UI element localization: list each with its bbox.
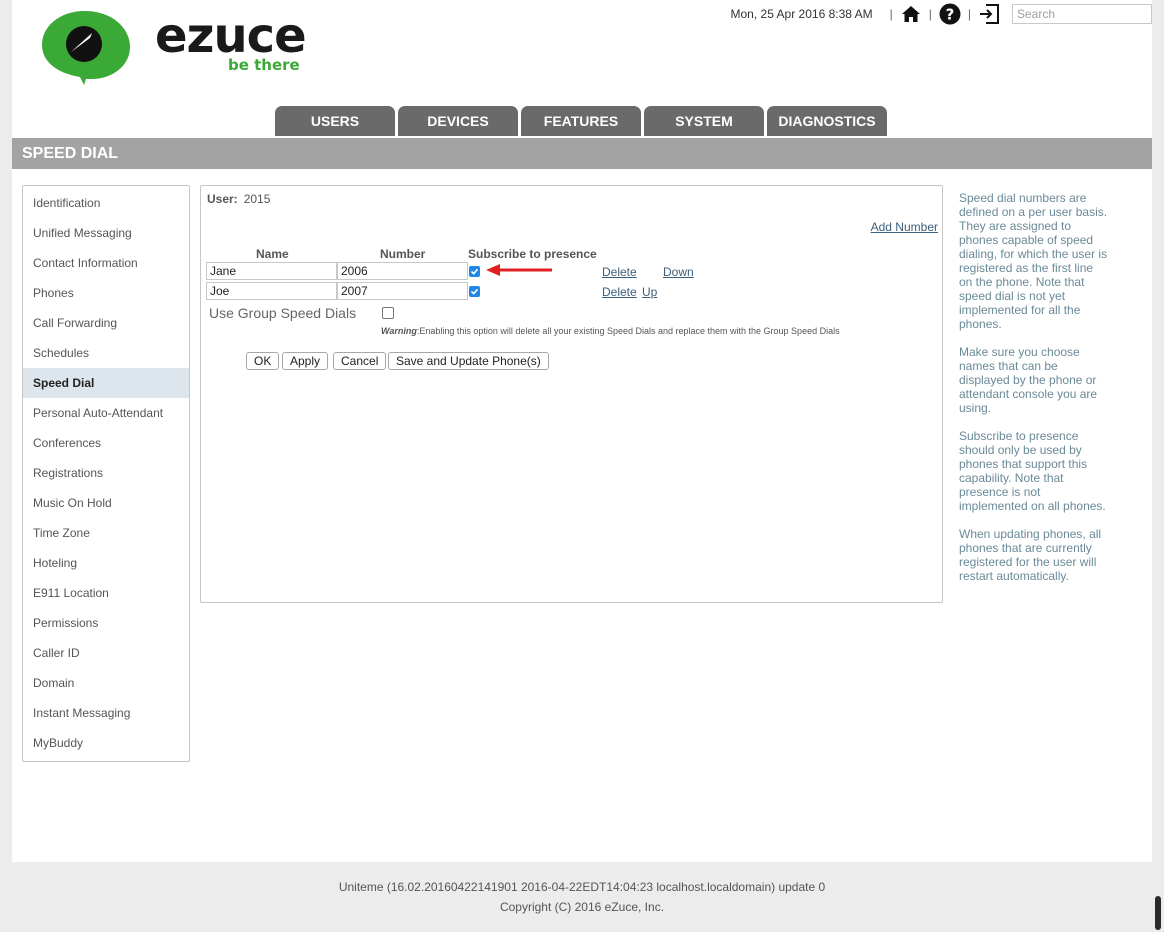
help-text: Speed dial numbers are defined on a per …: [959, 191, 1109, 597]
logo-tagline: be there: [228, 56, 300, 74]
sidebar-item-phones[interactable]: Phones: [23, 278, 189, 308]
delete-row-link[interactable]: Delete: [602, 265, 637, 279]
user-label: User:: [207, 192, 238, 206]
scrollbar-thumb[interactable]: [1155, 896, 1161, 930]
sidebar-item-speed-dial[interactable]: Speed Dial: [23, 368, 189, 398]
sidebar-item-registrations[interactable]: Registrations: [23, 458, 189, 488]
sidebar-item-call-forwarding[interactable]: Call Forwarding: [23, 308, 189, 338]
separator: |: [967, 7, 971, 21]
search-input[interactable]: [1012, 4, 1152, 24]
column-header-subscribe: Subscribe to presence: [468, 247, 597, 261]
sidebar-item-instant-messaging[interactable]: Instant Messaging: [23, 698, 189, 728]
tab-features[interactable]: FEATURES: [521, 106, 641, 136]
delete-row-link[interactable]: Delete: [602, 285, 637, 299]
help-paragraph: Speed dial numbers are defined on a per …: [959, 191, 1108, 331]
page-frame: ezuce be there Mon, 25 Apr 2016 8:38 AM …: [12, 0, 1152, 862]
move-down-link[interactable]: Down: [663, 265, 694, 279]
sidebar-item-hoteling[interactable]: Hoteling: [23, 548, 189, 578]
ezuce-logo[interactable]: ezuce be there: [40, 7, 307, 87]
tab-system[interactable]: SYSTEM: [644, 106, 764, 136]
sidebar-item-music-on-hold[interactable]: Music On Hold: [23, 488, 189, 518]
sidebar-item-time-zone[interactable]: Time Zone: [23, 518, 189, 548]
move-up-link[interactable]: Up: [642, 285, 657, 299]
speed-dial-panel: User: 2015 Add Number Name Number Subscri…: [200, 185, 943, 603]
warning-text: :Enabling this option will delete all yo…: [416, 326, 840, 336]
sidebar-item-schedules[interactable]: Schedules: [23, 338, 189, 368]
footer-version: Uniteme (16.02.20160422141901 2016-04-22…: [338, 880, 826, 894]
column-header-name: Name: [256, 247, 289, 261]
user-line: User: 2015: [207, 192, 270, 206]
group-speed-dials-warning: Warning:Enabling this option will delete…: [381, 326, 840, 336]
ok-button[interactable]: OK: [246, 352, 280, 370]
user-value: 2015: [243, 192, 271, 206]
help-icon[interactable]: ?: [939, 3, 961, 25]
tab-devices[interactable]: DEVICES: [398, 106, 518, 136]
help-paragraph: Make sure you choose names that can be d…: [959, 345, 1098, 415]
sidebar-item-caller-id[interactable]: Caller ID: [23, 638, 189, 668]
logo-wordmark: ezuce: [155, 8, 307, 64]
check-icon: [470, 288, 479, 295]
home-icon[interactable]: [900, 3, 922, 25]
logo-bubble-icon: [42, 11, 130, 85]
tab-users[interactable]: USERS: [275, 106, 395, 136]
cancel-button[interactable]: Cancel: [333, 352, 387, 370]
sidebar-item-domain[interactable]: Domain: [23, 668, 189, 698]
sidebar-item-unified-messaging[interactable]: Unified Messaging: [23, 218, 189, 248]
datetime: Mon, 25 Apr 2016 8:38 AM: [730, 7, 873, 21]
top-bar: Mon, 25 Apr 2016 8:38 AM | | ? |: [731, 3, 1152, 25]
sidebar-item-permissions[interactable]: Permissions: [23, 608, 189, 638]
subscribe-presence-checkbox[interactable]: [469, 266, 480, 277]
group-speed-dials-label: Use Group Speed Dials: [209, 305, 357, 321]
help-paragraph: When updating phones, all phones that ar…: [959, 527, 1102, 583]
sidebar-item-conferences[interactable]: Conferences: [23, 428, 189, 458]
add-number-link[interactable]: Add Number: [871, 220, 938, 234]
main-nav-tabs: USERS DEVICES FEATURES SYSTEM DIAGNOSTIC…: [275, 106, 890, 136]
sidebar-item-mybuddy[interactable]: MyBuddy: [23, 728, 189, 758]
sidebar-item-personal-auto-attendant[interactable]: Personal Auto-Attendant: [23, 398, 189, 428]
speed-dial-name-input[interactable]: [206, 282, 337, 300]
footer-copyright: Copyright (C) 2016 eZuce, Inc.: [499, 900, 665, 914]
subscribe-presence-checkbox[interactable]: [469, 286, 480, 297]
sidebar: Identification Unified Messaging Contact…: [22, 185, 190, 762]
separator: |: [928, 7, 932, 21]
help-paragraph: Subscribe to presence should only be use…: [959, 429, 1106, 513]
speed-dial-number-input[interactable]: [337, 262, 468, 280]
column-header-number: Number: [380, 247, 426, 261]
warning-label: Warning: [381, 326, 417, 336]
tab-diagnostics[interactable]: DIAGNOSTICS: [767, 106, 887, 136]
separator: |: [889, 7, 893, 21]
sidebar-item-e911-location[interactable]: E911 Location: [23, 578, 189, 608]
apply-button[interactable]: Apply: [282, 352, 329, 370]
svg-text:?: ?: [946, 6, 955, 24]
save-and-update-phones-button[interactable]: Save and Update Phone(s): [388, 352, 549, 370]
sidebar-item-contact-information[interactable]: Contact Information: [23, 248, 189, 278]
speed-dial-name-input[interactable]: [206, 262, 337, 280]
group-speed-dials-checkbox[interactable]: [382, 307, 394, 319]
sidebar-item-identification[interactable]: Identification: [23, 188, 189, 218]
page-title: SPEED DIAL: [12, 138, 1152, 169]
check-icon: [470, 268, 479, 275]
speed-dial-number-input[interactable]: [337, 282, 468, 300]
logout-icon[interactable]: [978, 3, 1000, 25]
red-arrow-annotation: [486, 264, 552, 276]
